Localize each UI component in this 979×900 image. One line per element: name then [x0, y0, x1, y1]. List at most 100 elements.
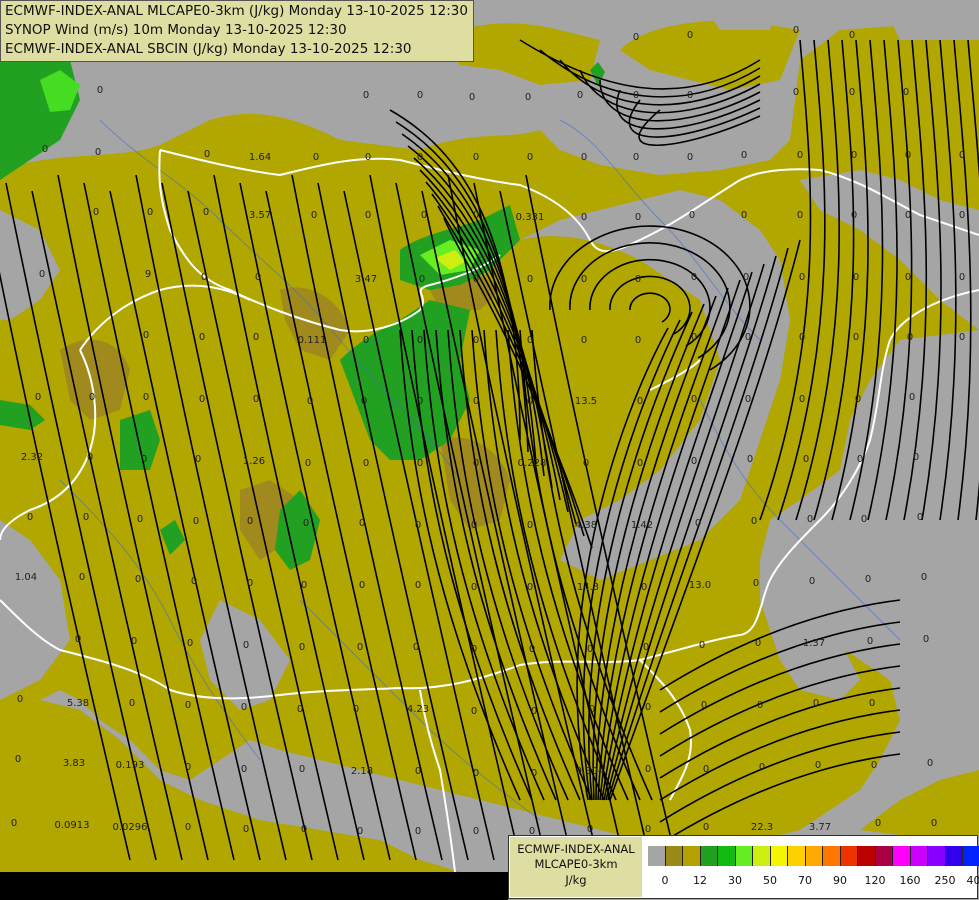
value-label: 0 — [745, 394, 751, 405]
streamline — [628, 99, 761, 138]
value-label: 0 — [691, 456, 697, 467]
value-label: 0 — [243, 640, 249, 651]
value-label: 0.304 — [576, 766, 605, 777]
value-label: 0 — [299, 642, 305, 653]
value-label: 0 — [807, 514, 813, 525]
value-label: 0 — [299, 764, 305, 775]
value-label: 0 — [531, 768, 537, 779]
value-label: 0 — [691, 272, 697, 283]
value-label: 0 — [641, 582, 647, 593]
value-label: 3.47 — [355, 274, 377, 285]
legend-title-line2: MLCAPE0-3km — [534, 857, 618, 871]
value-label: 0 — [745, 332, 751, 343]
value-label: 0 — [691, 394, 697, 405]
value-label: 22.3 — [751, 822, 773, 833]
value-label: 0 — [635, 212, 641, 223]
legend-tick-label: 250 — [934, 874, 956, 887]
value-label: 0 — [815, 760, 821, 771]
header-line-3: ECMWF-INDEX-ANAL SBCIN (J/kg) Monday 13-… — [5, 41, 412, 57]
value-label: 0 — [42, 144, 48, 155]
value-label: 4.23 — [407, 704, 429, 715]
value-label: 0 — [799, 394, 805, 405]
value-label: 0 — [865, 574, 871, 585]
legend-tick-label: 12 — [693, 874, 707, 887]
value-label: 0 — [635, 335, 641, 346]
value-label: 0 — [473, 210, 479, 221]
legend-tick-label: 70 — [798, 874, 812, 887]
value-label: 0 — [241, 764, 247, 775]
value-label: 1.26 — [243, 456, 265, 467]
value-label: 0.0296 — [113, 822, 148, 833]
value-label: 0 — [903, 87, 909, 98]
value-label: 0 — [83, 512, 89, 523]
legend-title-line1: ECMWF-INDEX-ANAL — [517, 842, 635, 856]
header-line-1: ECMWF-INDEX-ANAL MLCAPE0-3km (J/kg) Mond… — [5, 3, 468, 19]
value-label: 13.5 — [575, 396, 597, 407]
value-label: 0 — [581, 152, 587, 163]
value-label: 0 — [185, 762, 191, 773]
value-label: 13.0 — [689, 580, 711, 591]
value-label: 0 — [633, 152, 639, 163]
legend-swatch — [875, 846, 893, 866]
value-label: 3.57 — [249, 210, 271, 221]
legend-swatch — [910, 846, 928, 866]
value-label: 0 — [15, 754, 21, 765]
legend-swatch — [928, 846, 946, 866]
value-label: 0 — [699, 640, 705, 651]
value-label: 0 — [905, 150, 911, 161]
value-label: 0 — [587, 644, 593, 655]
legend-ticks: 0 12 30 50 70 90 120 160 250 400 — [648, 874, 979, 888]
value-label: 0 — [909, 392, 915, 403]
value-label: 0 — [959, 272, 965, 283]
value-label: 2.18 — [351, 766, 373, 777]
value-label: 0 — [751, 516, 757, 527]
value-label: 0 — [93, 207, 99, 218]
legend-swatch — [823, 846, 841, 866]
value-label: 0 — [529, 644, 535, 655]
value-label: 3.77 — [809, 822, 831, 833]
legend-swatch — [753, 846, 771, 866]
value-label: 0 — [921, 572, 927, 583]
weather-map[interactable]: 0 0 0 0 0 1.64 0 0 0 0 0 0 0 0 0 0 0 0 0 0 0 0 0 0 0 0 0 0 0 0 0 0 0 0 0 0 3… — [0, 0, 979, 900]
value-label: 0 — [861, 514, 867, 525]
value-label: 0.228 — [518, 458, 547, 469]
value-label: 0 — [743, 272, 749, 283]
value-label: 0 — [199, 332, 205, 343]
value-label: 0 — [313, 152, 319, 163]
value-label: 0 — [363, 458, 369, 469]
value-label: 0 — [363, 90, 369, 101]
value-label: 0 — [11, 818, 17, 829]
value-label: 0 — [695, 518, 701, 529]
value-label: 0 — [365, 210, 371, 221]
value-label: 0 — [471, 644, 477, 655]
legend-swatch — [648, 846, 666, 866]
value-label: 0 — [687, 152, 693, 163]
value-label: 0 — [759, 762, 765, 773]
value-label: 0 — [89, 392, 95, 403]
value-label: 0.193 — [116, 760, 145, 771]
value-label: 0 — [645, 824, 651, 835]
value-label: 0 — [469, 92, 475, 103]
value-label: 1.04 — [15, 572, 37, 583]
value-label: 0 — [913, 452, 919, 463]
value-label: 0 — [417, 458, 423, 469]
value-label: 0 — [813, 698, 819, 709]
legend-tick-label: 160 — [899, 874, 921, 887]
value-label: 0 — [589, 704, 595, 715]
value-label: 1.64 — [249, 152, 271, 163]
value-label: 0 — [689, 210, 695, 221]
value-label: 0 — [129, 698, 135, 709]
value-label: 0 — [143, 392, 149, 403]
value-label: 0 — [527, 274, 533, 285]
value-label: 0 — [959, 150, 965, 161]
value-label: 0 — [415, 580, 421, 591]
value-label: 0 — [853, 272, 859, 283]
value-label: 0 — [645, 764, 651, 775]
value-label: 0 — [691, 332, 697, 343]
value-label: 5.38 — [67, 698, 89, 709]
value-label: 0 — [527, 335, 533, 346]
value-label: 0 — [301, 580, 307, 591]
value-label: 0 — [799, 272, 805, 283]
legend-tick-label: 400 — [966, 874, 979, 887]
value-label: 3.83 — [63, 758, 85, 769]
